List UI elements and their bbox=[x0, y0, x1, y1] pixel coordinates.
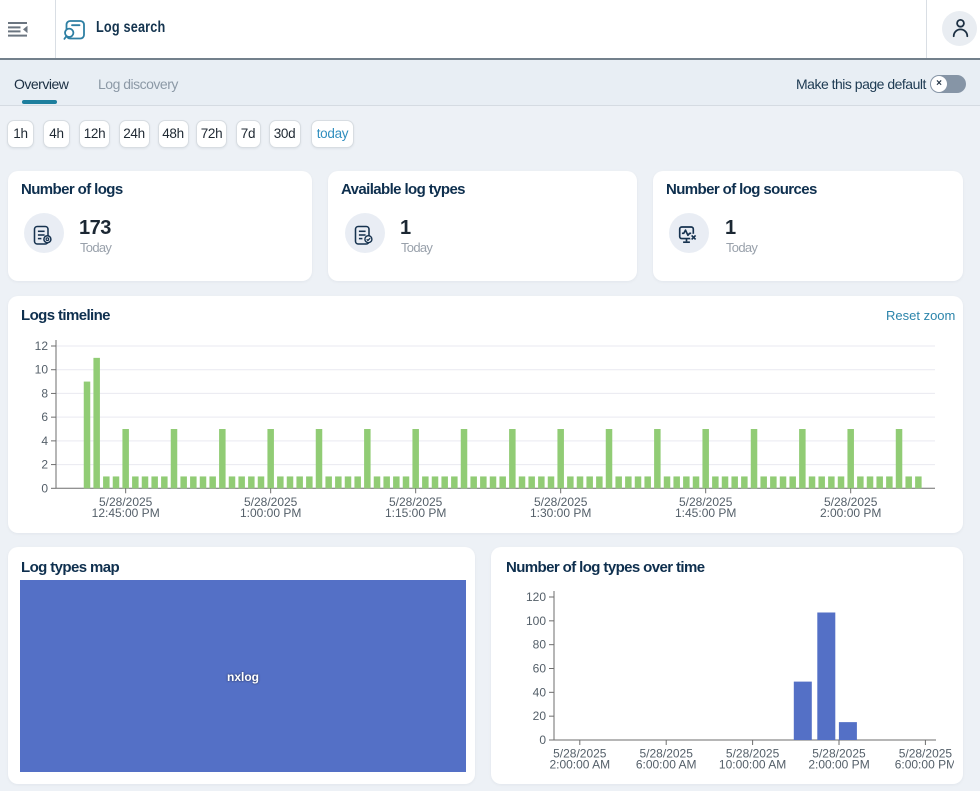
svg-text:60: 60 bbox=[533, 662, 547, 676]
svg-text:1:15:00 PM: 1:15:00 PM bbox=[385, 506, 446, 520]
svg-text:1:30:00 PM: 1:30:00 PM bbox=[530, 506, 591, 520]
svg-text:1:45:00 PM: 1:45:00 PM bbox=[675, 506, 736, 520]
svg-text:6:00:00 PM: 6:00:00 PM bbox=[895, 758, 954, 772]
svg-text:2:00:00 PM: 2:00:00 PM bbox=[808, 758, 869, 772]
svg-text:0: 0 bbox=[539, 733, 546, 747]
svg-text:10:00:00 AM: 10:00:00 AM bbox=[719, 758, 786, 772]
svg-text:12: 12 bbox=[35, 339, 49, 353]
svg-text:6:00:00 AM: 6:00:00 AM bbox=[636, 758, 697, 772]
svg-text:0: 0 bbox=[41, 481, 48, 495]
svg-text:2:00:00 PM: 2:00:00 PM bbox=[820, 506, 881, 520]
svg-text:120: 120 bbox=[526, 590, 546, 604]
svg-text:2: 2 bbox=[41, 458, 48, 472]
svg-text:10: 10 bbox=[35, 363, 49, 377]
svg-text:40: 40 bbox=[533, 685, 547, 699]
svg-text:1:00:00 PM: 1:00:00 PM bbox=[240, 506, 301, 520]
svg-text:8: 8 bbox=[41, 386, 48, 400]
svg-text:12:45:00 PM: 12:45:00 PM bbox=[92, 506, 160, 520]
svg-text:100: 100 bbox=[526, 614, 546, 628]
svg-text:2:00:00 AM: 2:00:00 AM bbox=[549, 758, 610, 772]
svg-text:4: 4 bbox=[41, 434, 48, 448]
svg-text:80: 80 bbox=[533, 638, 547, 652]
svg-text:6: 6 bbox=[41, 410, 48, 424]
svg-text:20: 20 bbox=[533, 709, 547, 723]
